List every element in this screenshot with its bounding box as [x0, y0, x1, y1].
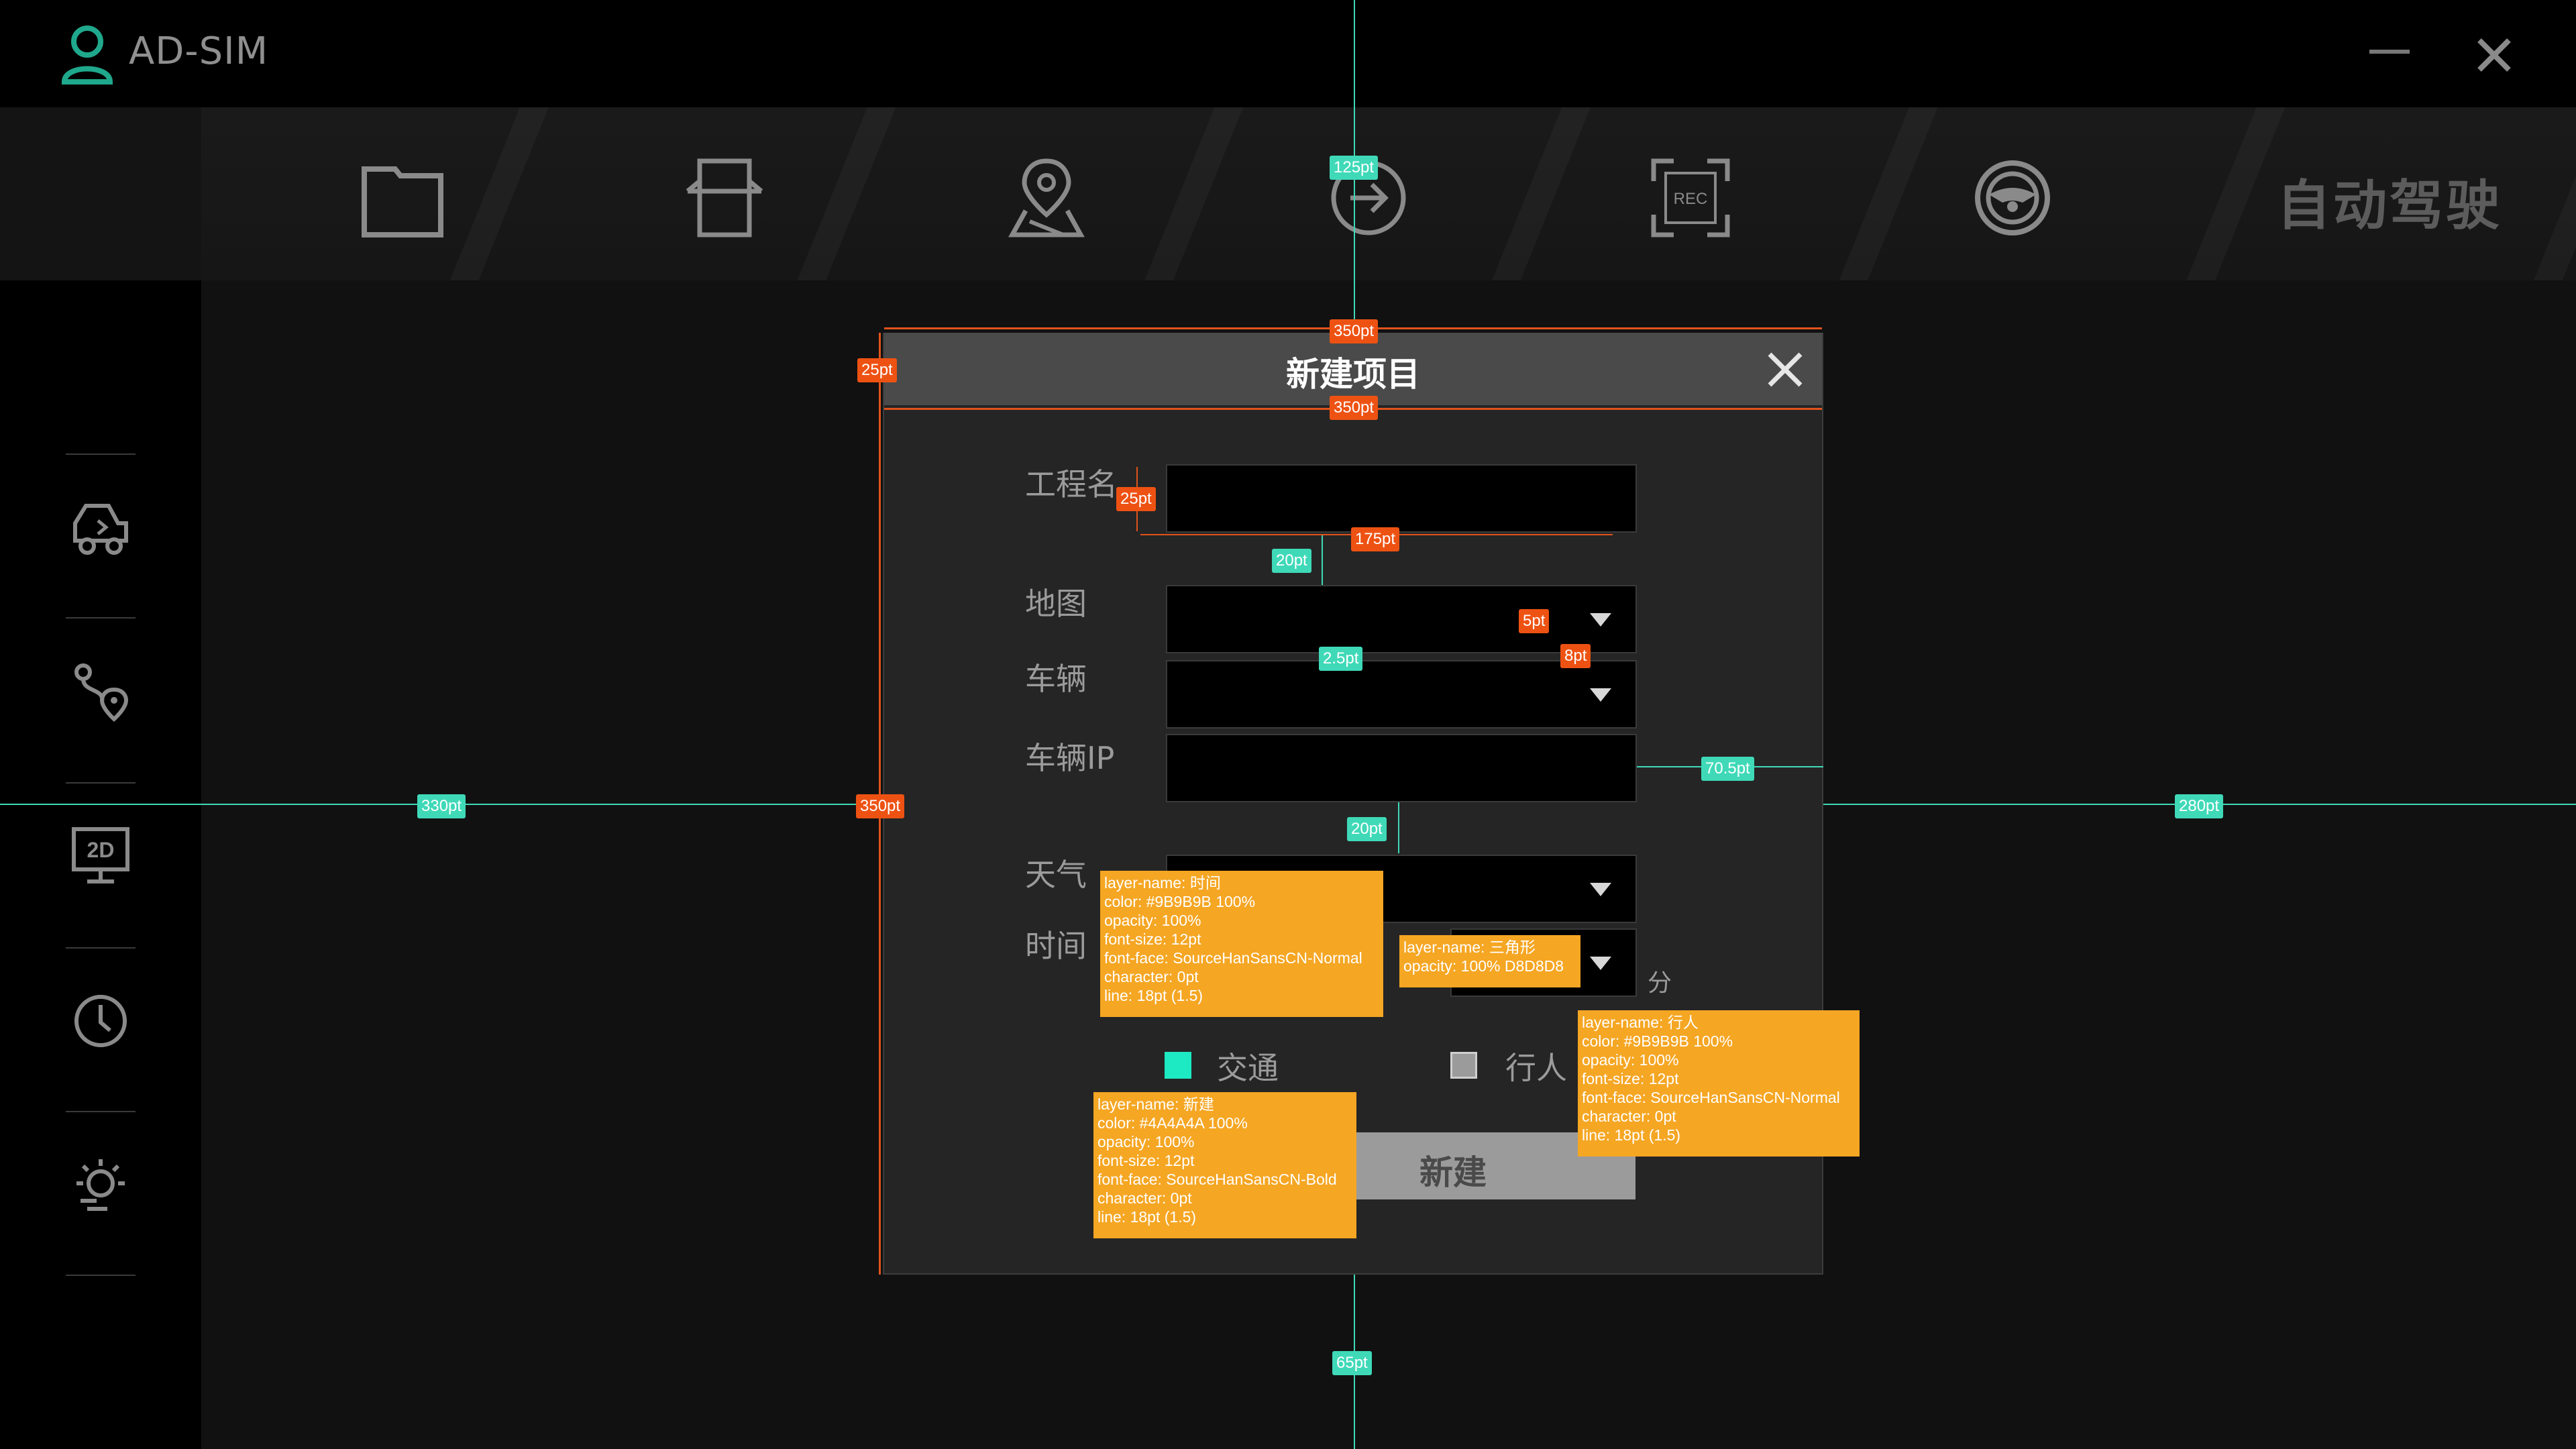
annotation-line: layer-name: 新建 [1097, 1095, 1214, 1113]
measure-tag: 25pt [1116, 487, 1156, 511]
annotation-line: layer-name: 时间 [1104, 874, 1221, 892]
measure-tag: 175pt [1351, 527, 1400, 551]
annotation-line: font-face: SourceHanSansCN-Bold [1097, 1171, 1337, 1188]
annotation-line: color: #4A4A4A 100% [1097, 1114, 1248, 1132]
svg-text:2D: 2D [87, 838, 115, 862]
measure-tag: 330pt [417, 794, 466, 818]
chevron-down-icon [1590, 957, 1611, 970]
annotation-pedestrian: layer-name: 行人 color: #9B9B9B 100% opaci… [1578, 1010, 1860, 1157]
annotation-line: layer-name: 行人 [1582, 1014, 1699, 1031]
minute-unit-label: 分 [1648, 969, 1672, 997]
sidebar-divider [66, 617, 136, 619]
annotation-line: color: #9B9B9B 100% [1582, 1032, 1733, 1050]
measure-tag: 350pt [1330, 396, 1379, 420]
rec-icon[interactable]: REC [1647, 154, 1734, 241]
minimize-button[interactable] [2369, 50, 2410, 54]
close-window-button[interactable] [2474, 35, 2514, 75]
vehicle-select[interactable] [1166, 660, 1637, 729]
annotation-create: layer-name: 新建 color: #4A4A4A 100% opaci… [1093, 1092, 1356, 1238]
vehicle-label: 车辆 [1025, 661, 1087, 697]
measure-tag: 350pt [856, 794, 905, 818]
measure-tag: 350pt [1330, 319, 1379, 343]
project-name-input[interactable] [1166, 464, 1637, 533]
annotation-line: layer-name: 三角形 [1403, 938, 1536, 956]
measure-tag: 8pt [1560, 644, 1591, 668]
measure-tag: 2.5pt [1319, 647, 1363, 671]
vehicle-ip-input[interactable] [1166, 734, 1637, 802]
annotation-time: layer-name: 时间 color: #9B9B9B 100% opaci… [1100, 871, 1383, 1017]
dialog-title: 新建项目 [1286, 355, 1420, 394]
steering-wheel-icon[interactable] [1969, 154, 2056, 241]
user-logo-icon [61, 25, 113, 85]
clock-icon[interactable] [67, 987, 134, 1055]
measure-tag: 65pt [1332, 1351, 1372, 1375]
sidebar-divider [66, 947, 136, 949]
annotation-line: font-size: 12pt [1104, 930, 1201, 948]
annotation-line: opacity: 100% [1097, 1133, 1195, 1150]
weather-icon[interactable] [67, 1152, 134, 1220]
route-icon[interactable] [67, 659, 134, 726]
annotation-line: opacity: 100% [1582, 1051, 1679, 1069]
chevron-down-icon [1590, 688, 1611, 702]
annotation-line: font-size: 12pt [1582, 1070, 1679, 1087]
measure-tag: 125pt [1330, 156, 1379, 180]
map-select[interactable] [1166, 585, 1637, 653]
chevron-down-icon [1590, 883, 1611, 896]
title-bar [0, 0, 2576, 107]
measure-line-gap-ip [1398, 802, 1399, 853]
screen-2d-icon[interactable]: 2D [67, 822, 134, 890]
annotation-line: line: 18pt (1.5) [1097, 1208, 1197, 1226]
pedestrian-label: 行人 [1505, 1050, 1567, 1086]
traffic-checkbox[interactable] [1165, 1052, 1191, 1079]
annotation-line: character: 0pt [1104, 968, 1199, 985]
annotation-line: font-face: SourceHanSansCN-Normal [1104, 949, 1362, 967]
annotation-line: font-size: 12pt [1097, 1152, 1195, 1169]
toolbar: REC 自动驾驶 [201, 107, 2576, 280]
tools-icon[interactable] [681, 154, 768, 241]
folder-icon[interactable] [359, 154, 446, 241]
pedestrian-checkbox[interactable] [1450, 1052, 1477, 1079]
measure-tag: 25pt [857, 358, 897, 382]
annotation-line: line: 18pt (1.5) [1104, 987, 1203, 1004]
measure-tag: 20pt [1272, 549, 1311, 573]
car-icon[interactable] [67, 494, 134, 561]
measure-tag: 280pt [2175, 794, 2224, 818]
map-pin-icon[interactable] [1003, 154, 1090, 241]
sidebar-divider [66, 1111, 136, 1112]
measure-line-gap [1322, 535, 1323, 586]
chevron-down-icon [1590, 613, 1611, 627]
sidebar-divider [66, 782, 136, 784]
sidebar-divider [66, 453, 136, 455]
dialog-close-icon[interactable] [1766, 350, 1805, 389]
annotation-line: opacity: 100% [1104, 912, 1201, 929]
brand-text: 自动驾驶 [2277, 174, 2502, 237]
annotation-line: character: 0pt [1582, 1108, 1676, 1125]
measure-tag: 70.5pt [1701, 757, 1754, 781]
measure-tag: 20pt [1347, 817, 1387, 841]
annotation-line: opacity: 100% D8D8D8 [1403, 957, 1564, 975]
map-label: 地图 [1025, 586, 1087, 622]
annotation-line: character: 0pt [1097, 1189, 1192, 1207]
sidebar-divider [66, 1275, 136, 1276]
svg-text:REC: REC [1674, 190, 1708, 208]
weather-label: 天气 [1025, 857, 1087, 893]
annotation-line: font-face: SourceHanSansCN-Normal [1582, 1089, 1840, 1106]
annotation-line: line: 18pt (1.5) [1582, 1126, 1681, 1144]
annotation-line: color: #9B9B9B 100% [1104, 893, 1256, 910]
toolbar-corner [0, 107, 201, 280]
sidebar: 2D [0, 280, 201, 1449]
traffic-label: 交通 [1217, 1050, 1279, 1086]
time-label: 时间 [1025, 928, 1087, 964]
vehicle-ip-label: 车辆IP [1025, 740, 1115, 776]
app-title: AD-SIM [129, 30, 269, 73]
annotation-triangle: layer-name: 三角形 opacity: 100% D8D8D8 [1399, 935, 1580, 987]
measure-tag: 5pt [1519, 609, 1550, 633]
project-name-label: 工程名 [1025, 466, 1118, 502]
